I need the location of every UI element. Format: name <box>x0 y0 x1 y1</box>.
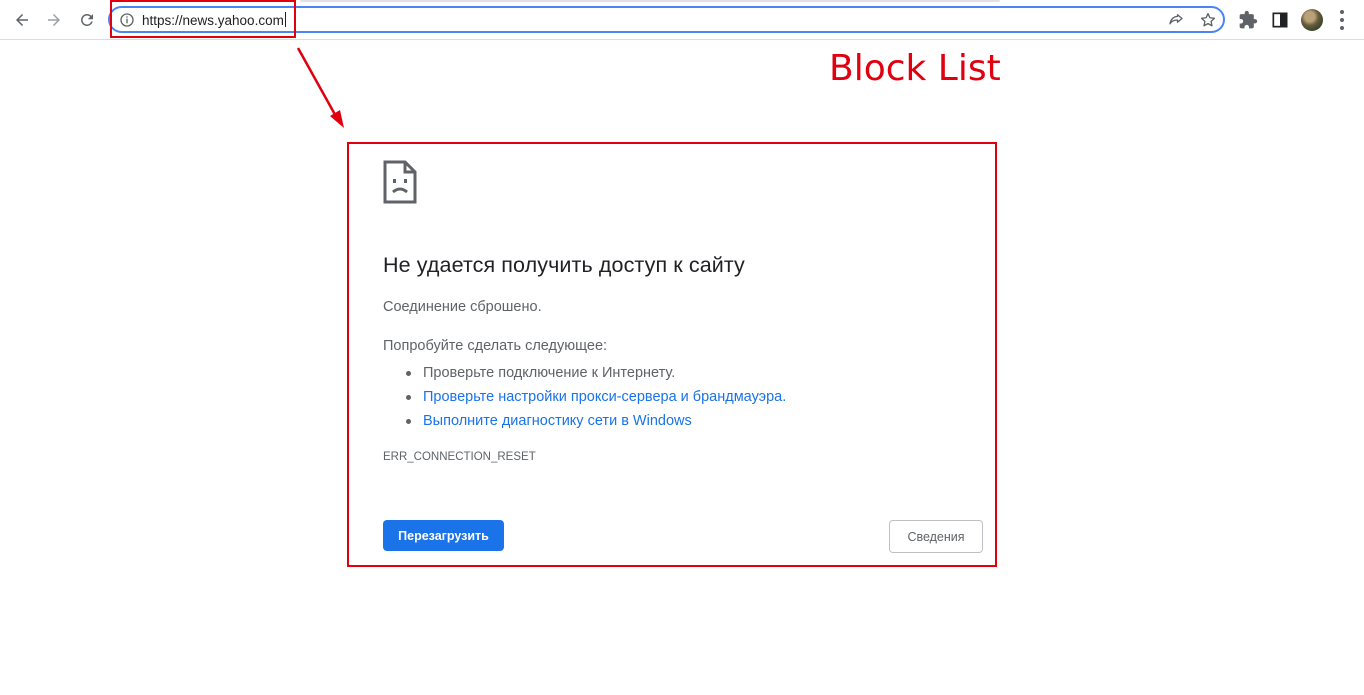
annotation-label: Block List <box>829 48 1001 89</box>
bookmark-star-icon[interactable] <box>1199 11 1217 29</box>
reload-icon <box>81 13 93 26</box>
tab-strip-edge <box>300 0 1000 2</box>
error-title: Не удается получить доступ к сайту <box>383 253 745 277</box>
back-button[interactable] <box>9 7 35 33</box>
reload-page-button[interactable]: Перезагрузить <box>383 520 504 551</box>
forward-button[interactable] <box>41 7 67 33</box>
annotation-arrow-icon <box>296 47 344 128</box>
suggestions-list: Проверьте подключение к Интернету. Прове… <box>383 361 786 433</box>
suggestions-heading: Попробуйте сделать следующее: <box>383 338 608 354</box>
suggestion-run-diagnostics-link[interactable]: Выполните диагностику сети в Windows <box>405 409 786 433</box>
reload-button[interactable] <box>74 7 100 33</box>
share-icon[interactable] <box>1167 11 1185 29</box>
annotation-url-highlight <box>110 0 296 38</box>
suggestion-check-connection: Проверьте подключение к Интернету. <box>405 361 786 385</box>
extensions-puzzle-icon[interactable] <box>1238 10 1258 30</box>
error-code: ERR_CONNECTION_RESET <box>383 451 536 463</box>
arrow-right-icon <box>48 14 60 26</box>
profile-avatar[interactable] <box>1301 9 1323 31</box>
menu-dot-icon <box>1340 26 1344 30</box>
annotation-content-highlight <box>347 142 997 567</box>
error-subtitle: Соединение сброшено. <box>383 299 542 315</box>
side-panel-icon[interactable] <box>1270 10 1290 30</box>
menu-dot-icon <box>1340 10 1344 14</box>
arrow-left-icon <box>16 14 28 26</box>
details-button[interactable]: Сведения <box>889 520 983 553</box>
suggestion-check-proxy-link[interactable]: Проверьте настройки прокси-сервера и бра… <box>405 385 786 409</box>
browser-menu-button[interactable] <box>1339 10 1345 30</box>
sad-page-icon <box>383 160 417 204</box>
menu-dot-icon <box>1340 18 1344 22</box>
